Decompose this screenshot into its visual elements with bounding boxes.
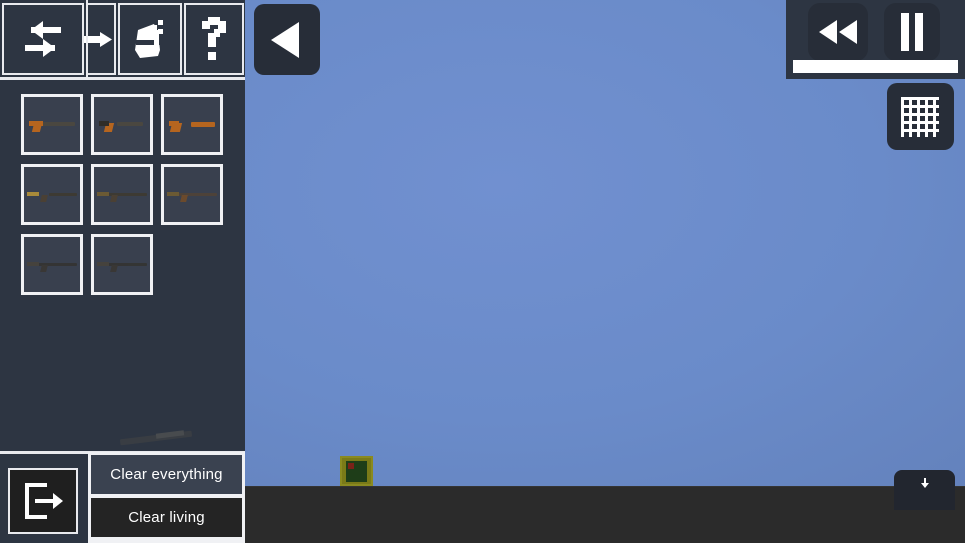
question-mark-icon [196,15,232,63]
back-button[interactable] [254,4,320,75]
sawn-off-icon [169,118,215,132]
pause-button[interactable] [884,3,940,61]
weapon-row [21,234,231,295]
tool-button-help[interactable] [184,3,244,75]
toolbar-divider [86,0,88,79]
weapon-row [21,94,231,155]
left-sidebar: Clear everything Clear living [0,0,245,543]
weapon-grid [21,94,231,304]
selected-weapon-preview [112,430,196,448]
weapon-row [21,164,231,225]
weapon-slot-smg[interactable] [91,94,153,155]
arrow-right-icon [84,22,118,56]
assault-rifle-icon [97,188,147,202]
weapon-slot-carbine[interactable] [21,164,83,225]
weapon-slot-battle-rifle[interactable] [161,164,223,225]
bottom-right-button[interactable] [894,470,955,510]
battle-rifle-icon [167,188,217,202]
sniper-rifle-icon [27,258,77,272]
weapon-slot-pistol[interactable] [21,94,83,155]
carbine-icon [27,188,77,202]
rewind-icon [817,18,859,46]
swap-arrows-icon [17,17,69,61]
exit-icon [19,479,67,523]
download-icon [919,478,931,490]
pause-icon [898,11,926,53]
machine-gun-icon [97,258,147,272]
smg-icon [99,118,145,132]
tool-button-move[interactable] [84,3,116,75]
tool-button-swap[interactable] [2,3,84,75]
rewind-button[interactable] [808,3,868,61]
toolbar-underline [0,77,245,80]
grid-button[interactable] [887,83,954,150]
weapon-slot-assault-rifle[interactable] [91,164,153,225]
clear-buttons-panel: Clear everything Clear living [88,452,245,543]
tool-button-paint[interactable] [118,3,182,75]
weapon-slot-machine-gun[interactable] [91,234,153,295]
clear-living-button[interactable]: Clear living [91,498,242,537]
weapon-slot-sawn-off[interactable] [161,94,223,155]
game-screen: Clear everything Clear living [0,0,965,543]
spray-can-icon [128,16,172,62]
pistol-icon [29,118,75,132]
tool-toolbar [0,0,245,80]
grid-icon [899,95,943,139]
time-slider[interactable] [793,60,958,73]
play-left-icon [267,18,307,62]
weapon-slot-sniper-rifle[interactable] [21,234,83,295]
zombie-entity[interactable] [340,456,373,486]
exit-button[interactable] [8,468,78,534]
entity-eye [348,463,354,469]
clear-everything-button[interactable]: Clear everything [91,455,242,494]
